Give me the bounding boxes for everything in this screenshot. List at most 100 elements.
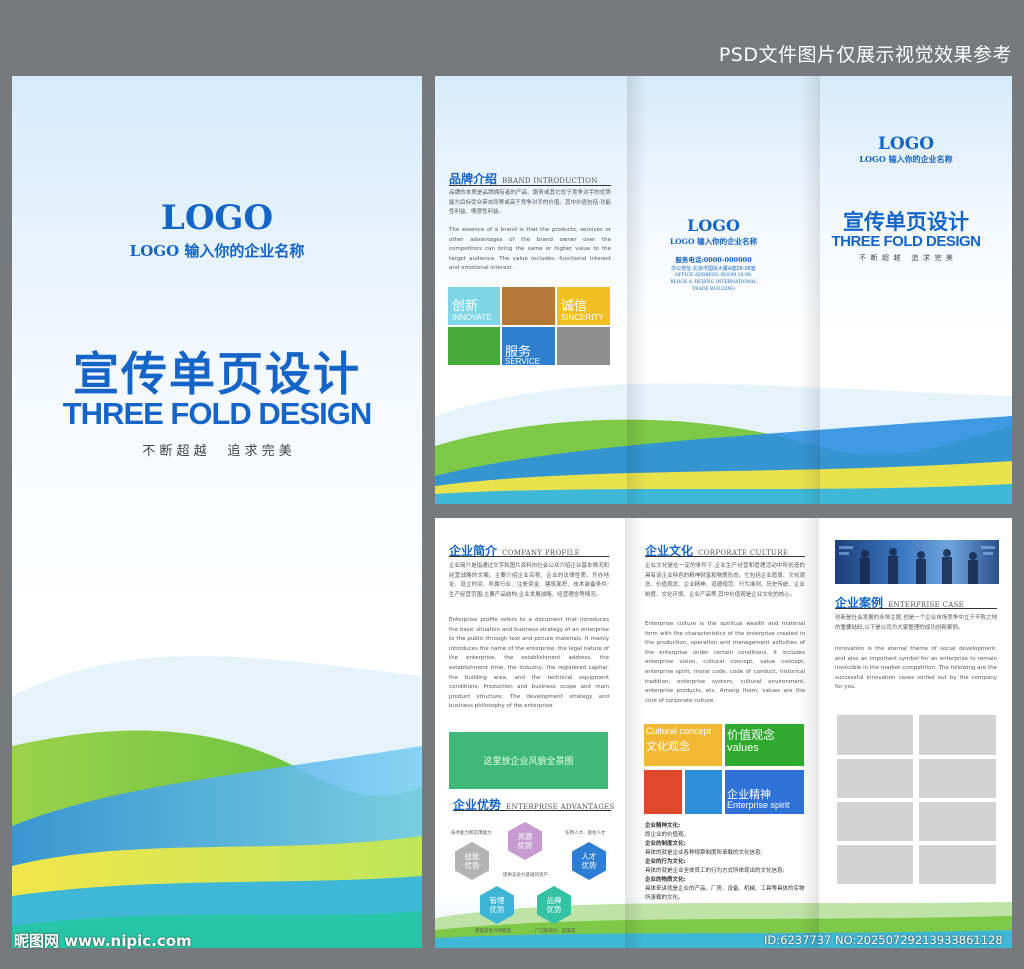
brand-tile-brown bbox=[502, 287, 555, 325]
case-photo-placeholder bbox=[837, 715, 913, 755]
culture-divider bbox=[645, 556, 805, 557]
culture-tile-cultural-concept: Cultural concept 文化观念 bbox=[644, 724, 722, 766]
cover-company-name: LOGO 输入你的企业名称 bbox=[129, 242, 305, 260]
culture-list-text: 具体来讲就是企业的产品、厂房、设备、机械、工具等具体的实物所承载的文化。 bbox=[645, 886, 805, 901]
back-logo: LOGO bbox=[687, 216, 740, 235]
brand-paragraph-zh: 品牌的本质是品牌拥有者的产品、服务或其它优于竞争对手的优势能为目标受众带去同等或… bbox=[449, 190, 611, 216]
watermark-right: ID:6237737 NO:20250729213933861128 bbox=[764, 933, 1003, 947]
back-phone: 服务电话:0000-000000 bbox=[675, 256, 752, 264]
cover-wave-graphic bbox=[12, 656, 422, 948]
cases-divider bbox=[835, 608, 997, 609]
hex-talent-label: 人才优势 bbox=[581, 852, 597, 870]
brand-divider bbox=[449, 185, 611, 186]
culture-list-label: 企业的制度文化: bbox=[645, 841, 686, 847]
advantage-note-skill: 技术能力和实用能力 bbox=[451, 831, 492, 836]
culture-tile-values-en: values bbox=[727, 742, 759, 754]
back-company-name: LOGO 输入你的企业名称 bbox=[669, 237, 758, 246]
back-office-en-1: OFFICE ADDRESS: ROOM 28-08, bbox=[674, 273, 753, 278]
back-office-en-3: TRADE BUILDING bbox=[692, 287, 735, 292]
business-people-silhouette-icon bbox=[839, 546, 995, 584]
hex-skill-label: 技能优势 bbox=[464, 852, 480, 870]
watermark-left: 昵图网 www.nipic.com bbox=[14, 932, 192, 950]
brand-tile-service: 服务 SERVICE bbox=[502, 327, 555, 366]
culture-list-text: 具体的就是企业各种规章制度所承载的文化信息; bbox=[645, 850, 763, 856]
brand-tile-gray bbox=[557, 327, 610, 365]
brand-tile-sincerity: 诚信 SINCERITY bbox=[557, 287, 610, 325]
culture-tile-enterprise-spirit: 企业精神 Enterprise spirit bbox=[725, 770, 804, 814]
case-photo-placeholder bbox=[919, 759, 996, 798]
advantage-note-brand: 广泛影响力、信誉度 bbox=[535, 929, 576, 934]
cases-paragraph-en: Innovation is the eternal theme of socia… bbox=[835, 646, 997, 691]
advantages-divider bbox=[453, 810, 611, 811]
profile-paragraph-en: Enterprise profile refers to a document … bbox=[449, 617, 609, 710]
hex-brand-label: 品牌优势 bbox=[546, 896, 562, 914]
brand-tile-innovate: 创新 INNOVATE bbox=[448, 287, 500, 325]
back-address: 办公地址:北京市国贸大厦A座28-08室 bbox=[671, 266, 756, 272]
brand-tile-innovate-en: INNOVATE bbox=[452, 313, 492, 322]
outer-trifold: 品牌介绍 BRAND INTRODUCTION 品牌的本质是品牌拥有者的产品、服… bbox=[435, 76, 1012, 504]
front-title-zh: 宣传单页设计 bbox=[843, 210, 969, 234]
culture-list-label: 企业的行为文化: bbox=[645, 859, 686, 865]
profile-divider bbox=[449, 556, 609, 557]
outer-wave-graphic bbox=[435, 383, 1012, 504]
culture-list: 企业精神文化: 即企业的价值观。 企业的制度文化: 具体的就是企业各种规章制度所… bbox=[645, 822, 805, 903]
case-photo-placeholder bbox=[837, 845, 913, 884]
case-photo-placeholder bbox=[919, 715, 996, 755]
profile-photo-label: 这里放企业风貌全景图 bbox=[483, 757, 574, 767]
inner-trifold: 企业简介 COMPANY PROFILE 企业简介是指通过文字和图片资料向社会公… bbox=[435, 518, 1012, 948]
culture-list-item: 企业精神文化: bbox=[645, 822, 805, 831]
brand-tile-green bbox=[448, 327, 500, 365]
profile-paragraph-zh: 企业简介是指通过文字和图片资料向社会公众介绍企业基本情况和经营战略的文案。主要介… bbox=[449, 563, 609, 598]
culture-paragraph-zh: 企业文化是在一定的条件下,企业生产经营和管理活动中所创造的具有该企业特色的精神财… bbox=[645, 563, 805, 598]
front-logo: LOGO bbox=[877, 134, 935, 154]
culture-list-label: 企业的物质文化: bbox=[645, 877, 686, 883]
cases-paragraph-zh: 创新是社会发展的永恒主题,也是一个企业市场竞争中立于不败之地的重要砝码,以下是公… bbox=[835, 615, 997, 631]
culture-list-item: 企业的物质文化: bbox=[645, 876, 805, 885]
front-slogan: 不 断 超 越 追 求 完 美 bbox=[859, 254, 953, 262]
culture-tile-values-zh: 价值观念 bbox=[727, 728, 776, 742]
culture-paragraph-en: Enterprise culture is the spiritual weal… bbox=[645, 621, 805, 704]
case-photo-placeholder bbox=[919, 802, 996, 841]
culture-list-label: 企业精神文化: bbox=[645, 823, 681, 829]
front-title-en: THREE FOLD DESIGN bbox=[831, 233, 981, 250]
culture-tile-enterprise-spirit-en: Enterprise spirit bbox=[727, 800, 790, 810]
culture-tile-values: 价值观念 values bbox=[725, 724, 804, 766]
advantage-note-resource: 提供竞争力基础的资产 bbox=[503, 873, 548, 878]
hex-management-label: 管理优势 bbox=[489, 896, 505, 914]
culture-list-text: 具体的就是企业全体员工的行为方式所体现出的文化信息; bbox=[645, 868, 785, 874]
cover-logo: LOGO bbox=[160, 198, 274, 238]
brand-tile-innovate-zh: 创新 bbox=[452, 299, 479, 314]
brand-heading-zh: 品牌介绍 bbox=[449, 172, 498, 186]
case-photo-placeholder bbox=[919, 845, 996, 884]
hex-resource-advantage: 资源优势 bbox=[508, 822, 542, 860]
culture-tile-red bbox=[644, 770, 682, 814]
back-office-en-2: BLOCK A, BEIJING INTERNATIONAL bbox=[670, 280, 757, 285]
culture-list-item: 企业的行为文化: bbox=[645, 858, 805, 867]
cover-panel: LOGO LOGO 输入你的企业名称 宣传单页设计 THREE FOLD DES… bbox=[12, 76, 422, 948]
brand-heading-en: BRAND INTRODUCTION bbox=[502, 177, 598, 185]
hex-resource-label: 资源优势 bbox=[517, 832, 533, 850]
culture-tile-blue bbox=[685, 770, 722, 814]
brand-tile-sincerity-en: SINCERITY bbox=[561, 313, 604, 322]
preview-note: PSD文件图片仅展示视觉效果参考 bbox=[718, 44, 1012, 66]
inner-fold-line-1 bbox=[625, 518, 645, 948]
brand-paragraph-en: The essence of a brand is that the produ… bbox=[449, 227, 611, 272]
culture-tile-cultural-concept-zh: 文化观念 bbox=[646, 740, 690, 753]
hex-talent-advantage: 人才优势 bbox=[572, 842, 606, 880]
brand-tile-service-en: SERVICE bbox=[505, 357, 540, 366]
case-photo-placeholder bbox=[837, 759, 913, 798]
cases-banner-photo bbox=[835, 540, 999, 584]
case-photo-placeholder bbox=[837, 802, 913, 841]
culture-list-text: 即企业的价值观。 bbox=[645, 832, 690, 838]
culture-list-item: 企业的制度文化: bbox=[645, 840, 805, 849]
culture-tile-cultural-concept-en: Cultural concept bbox=[646, 726, 712, 736]
advantage-note-management: 基础竞争力的管理 bbox=[475, 929, 511, 934]
cover-title-zh: 宣传单页设计 bbox=[73, 347, 361, 401]
hex-skill-advantage: 技能优势 bbox=[455, 842, 489, 880]
cover-title-en: THREE FOLD DESIGN bbox=[62, 396, 373, 431]
brand-tile-sincerity-zh: 诚信 bbox=[561, 299, 588, 314]
cover-slogan: 不 断 超 越 追 求 完 美 bbox=[142, 444, 292, 459]
advantage-note-talent: 任用人才、留住人才 bbox=[565, 831, 606, 836]
profile-photo-placeholder: 这里放企业风貌全景图 bbox=[449, 732, 608, 789]
front-company-name: LOGO 输入你的企业名称 bbox=[859, 154, 953, 164]
